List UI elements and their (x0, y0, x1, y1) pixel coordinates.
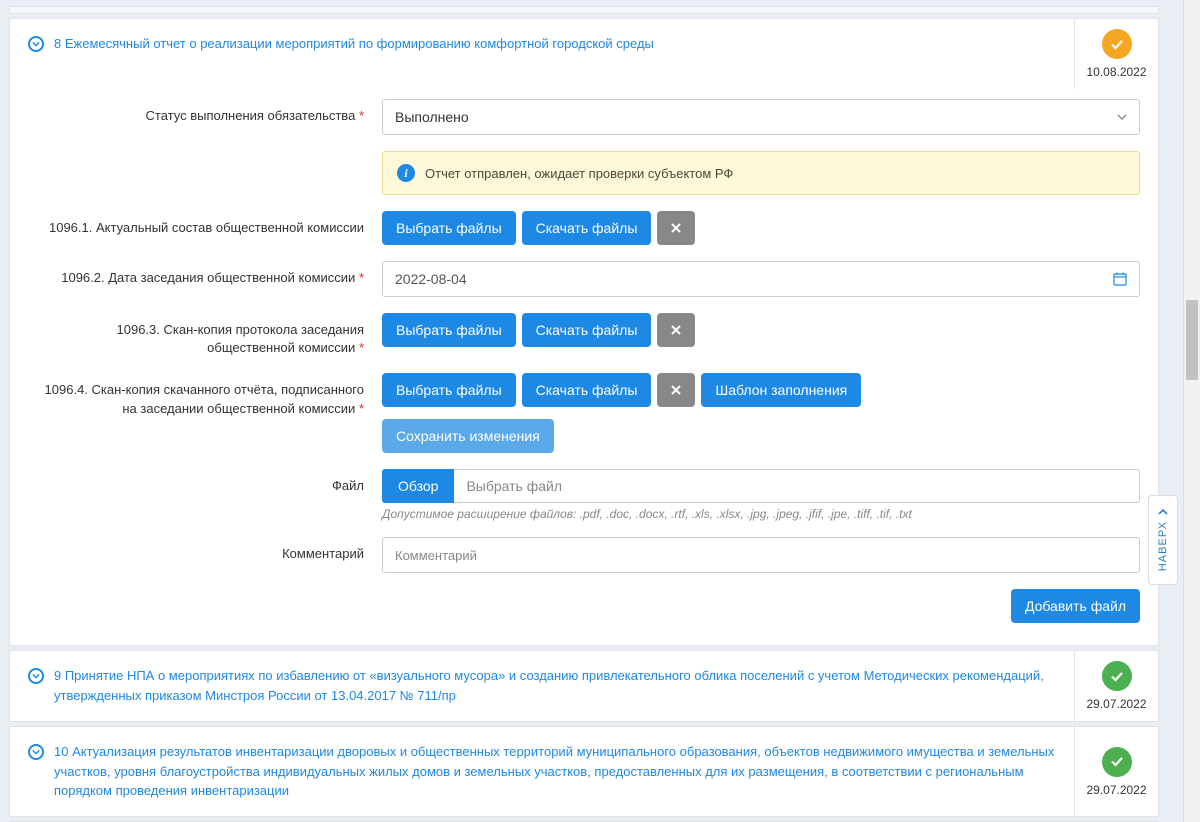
close-icon (670, 222, 682, 234)
f3-choose-button[interactable]: Выбрать файлы (382, 313, 516, 347)
f2-label: 1096.2. Дата заседания общественной коми… (28, 261, 364, 287)
caret-down-icon (1117, 114, 1127, 120)
panel-9-date: 29.07.2022 (1086, 697, 1146, 711)
f4-clear-button[interactable] (657, 373, 695, 407)
panel-8-date: 10.08.2022 (1086, 65, 1146, 79)
vertical-scrollbar[interactable] (1183, 0, 1200, 822)
status-pending-icon (1102, 29, 1132, 59)
f1-clear-button[interactable] (657, 211, 695, 245)
file-hint: Допустимое расширение файлов: .pdf, .doc… (382, 507, 1140, 521)
close-icon (670, 324, 682, 336)
panel-10-date: 29.07.2022 (1086, 783, 1146, 797)
f3-label: 1096.3. Скан-копия протокола заседания о… (28, 313, 364, 357)
f3-clear-button[interactable] (657, 313, 695, 347)
f4-template-button[interactable]: Шаблон заполнения (701, 373, 861, 407)
panel-10-header[interactable]: 10 Актуализация результатов инвентаризац… (10, 727, 1074, 816)
calendar-icon (1113, 272, 1127, 286)
panel-8-header[interactable]: 8 Ежемесячный отчет о реализации меропри… (10, 19, 1074, 89)
panel-9-title: 9 Принятие НПА о мероприятиях по избавле… (54, 666, 1056, 705)
file-label: Файл (28, 469, 364, 495)
add-file-button[interactable]: Добавить файл (1011, 589, 1140, 623)
f2-date-input[interactable]: 2022-08-04 (382, 261, 1140, 297)
info-banner: i Отчет отправлен, ожидает проверки субъ… (382, 151, 1140, 195)
panel-8-status: 10.08.2022 (1074, 19, 1158, 89)
f1-label: 1096.1. Актуальный состав общественной к… (28, 211, 364, 237)
file-browse-button[interactable]: Обзор (382, 469, 454, 503)
panel-10-status: 29.07.2022 (1074, 727, 1158, 816)
f4-choose-button[interactable]: Выбрать файлы (382, 373, 516, 407)
panel-10-title: 10 Актуализация результатов инвентаризац… (54, 742, 1056, 801)
chevron-up-icon (1157, 508, 1169, 516)
status-done-icon (1102, 747, 1132, 777)
info-icon: i (397, 164, 415, 182)
panel-9-header[interactable]: 9 Принятие НПА о мероприятиях по избавле… (10, 651, 1074, 721)
panel-9-status: 29.07.2022 (1074, 651, 1158, 721)
f4-label: 1096.4. Скан-копия скачанного отчёта, по… (28, 373, 364, 417)
close-icon (670, 384, 682, 396)
back-to-top-button[interactable]: НАВЕРХ (1148, 495, 1178, 585)
status-label: Статус выполнения обязательства * (28, 99, 364, 125)
comment-placeholder: Комментарий (395, 548, 477, 563)
status-done-icon (1102, 661, 1132, 691)
chevron-down-icon (28, 744, 44, 760)
f1-choose-button[interactable]: Выбрать файлы (382, 211, 516, 245)
comment-label: Комментарий (28, 537, 364, 563)
scrollbar-thumb[interactable] (1186, 300, 1198, 380)
chevron-down-icon (28, 668, 44, 684)
collapsed-panel-top (9, 6, 1159, 14)
panel-10: 10 Актуализация результатов инвентаризац… (9, 726, 1159, 817)
panel-8-title: 8 Ежемесячный отчет о реализации меропри… (54, 34, 654, 54)
status-select-value: Выполнено (395, 109, 469, 125)
info-banner-text: Отчет отправлен, ожидает проверки субъек… (425, 166, 733, 181)
panel-9: 9 Принятие НПА о мероприятиях по избавле… (9, 650, 1159, 722)
status-select[interactable]: Выполнено (382, 99, 1140, 135)
save-changes-button[interactable]: Сохранить изменения (382, 419, 554, 453)
comment-input[interactable]: Комментарий (382, 537, 1140, 573)
f1-download-button[interactable]: Скачать файлы (522, 211, 652, 245)
f3-download-button[interactable]: Скачать файлы (522, 313, 652, 347)
f2-date-value: 2022-08-04 (395, 271, 467, 287)
file-name-field[interactable]: Выбрать файл (454, 469, 1140, 503)
f4-download-button[interactable]: Скачать файлы (522, 373, 652, 407)
panel-8: 8 Ежемесячный отчет о реализации меропри… (9, 18, 1159, 646)
chevron-down-icon (28, 36, 44, 52)
back-to-top-label: НАВЕРХ (1157, 521, 1169, 571)
